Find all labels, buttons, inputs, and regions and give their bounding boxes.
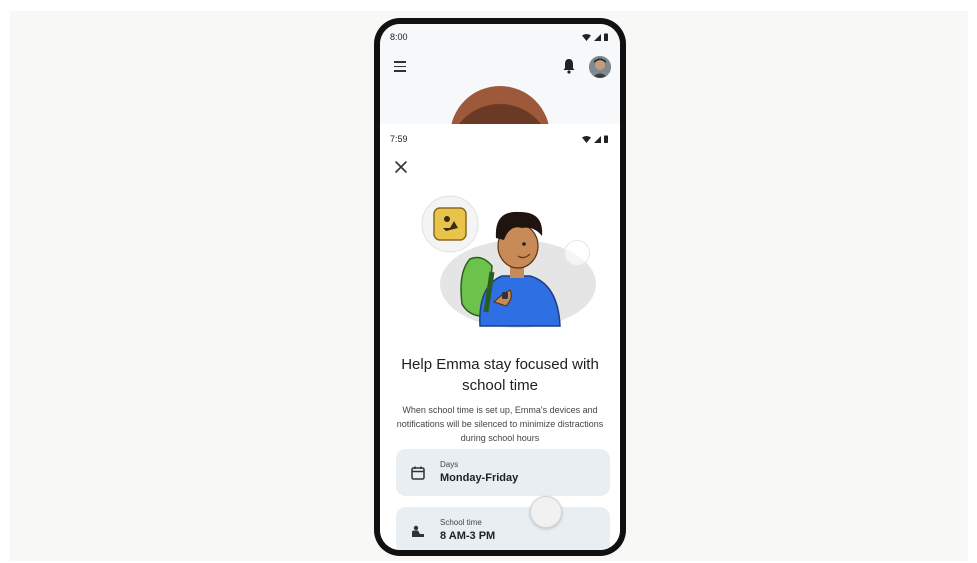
close-icon[interactable] (394, 160, 408, 174)
days-label: Days (440, 460, 459, 469)
wifi-icon (582, 33, 591, 41)
sheet-title: Help Emma stay focused with school time (401, 356, 599, 394)
days-card[interactable]: Days Monday-Friday (396, 449, 610, 496)
signal-icon (594, 135, 601, 143)
school-time-value: 8 AM-3 PM (440, 530, 496, 542)
sheet-description: When school time is set up, Emma's devic… (396, 405, 604, 443)
notification-bell-icon[interactable] (562, 58, 576, 74)
battery-icon (604, 33, 608, 41)
phone-frame: 8:00 7:59 Help Emma stay focused with sc… (374, 18, 626, 556)
touch-ripple (564, 240, 590, 266)
school-time-sheet: 7:59 Help Emma stay focused with school … (380, 124, 620, 550)
days-value: Monday-Friday (440, 472, 519, 484)
signal-icon (594, 33, 601, 41)
wifi-icon (582, 135, 591, 143)
sheet-status-icons (582, 135, 608, 143)
avatar[interactable] (589, 56, 611, 78)
touch-indicator (530, 496, 562, 528)
menu-icon[interactable] (394, 61, 406, 72)
phone-screen: 8:00 7:59 Help Emma stay focused with sc… (380, 24, 620, 550)
battery-icon (604, 135, 608, 143)
school-time-label: School time (440, 518, 482, 527)
status-icons (582, 33, 608, 41)
sheet-status-bar: 7:59 (390, 132, 608, 146)
status-bar: 8:00 (390, 30, 608, 44)
calendar-icon (411, 466, 425, 480)
school-time-card[interactable]: School time 8 AM-3 PM (396, 507, 610, 550)
status-time: 8:00 (390, 32, 408, 42)
sheet-status-time: 7:59 (390, 134, 408, 144)
school-icon (412, 525, 424, 537)
app-bar (380, 56, 620, 78)
